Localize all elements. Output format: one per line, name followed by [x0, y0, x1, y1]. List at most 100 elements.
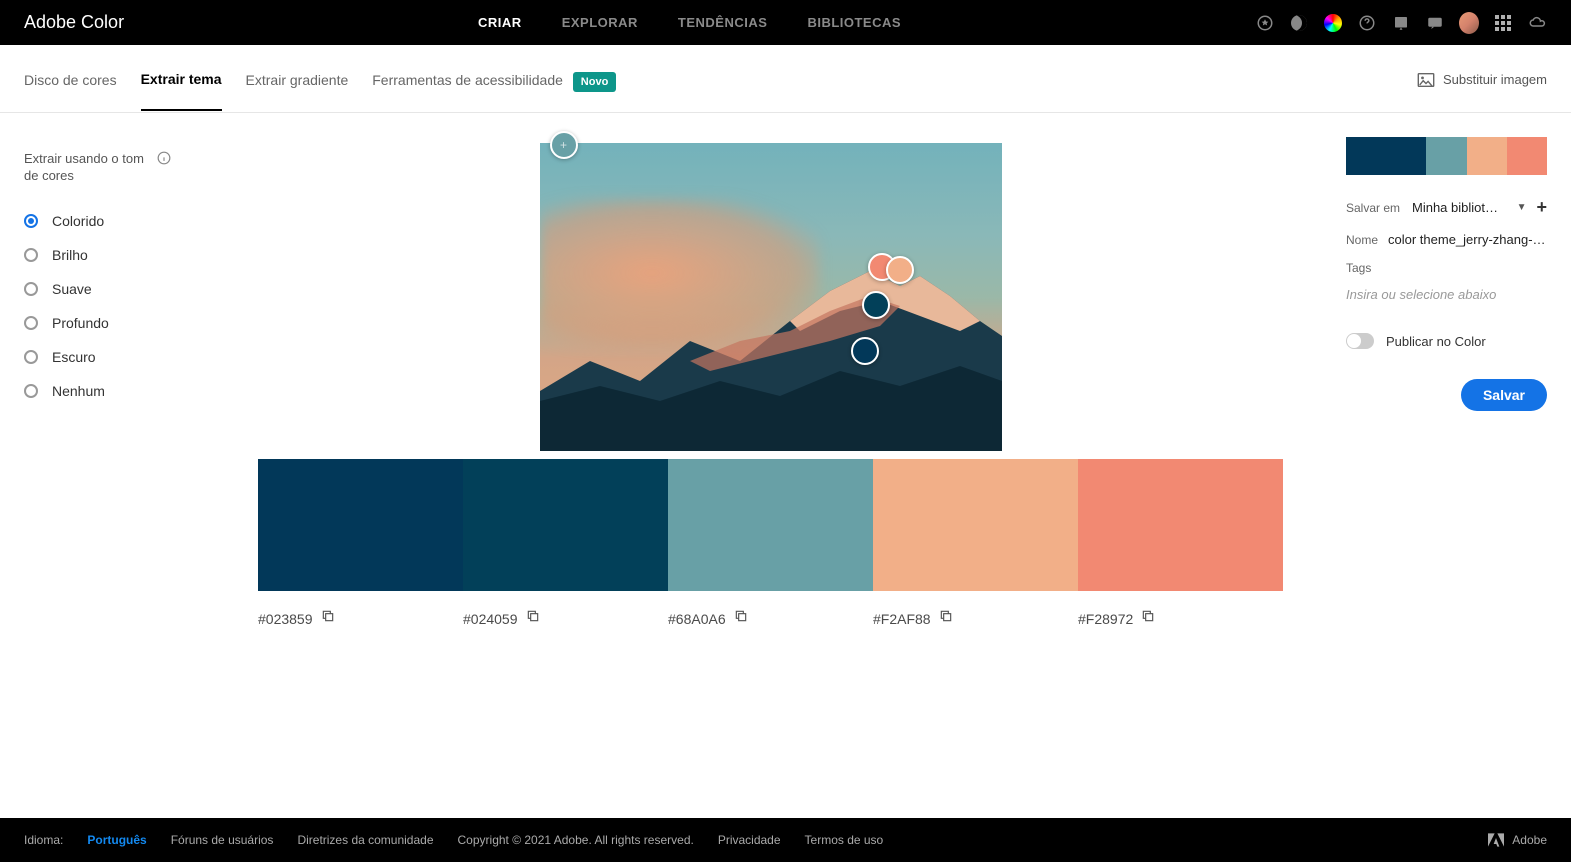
color-mood-options: Colorido Brilho Suave Profundo Escuro Ne… — [24, 213, 171, 399]
copy-icon[interactable] — [321, 609, 335, 628]
radio-icon — [24, 316, 38, 330]
chat-icon[interactable] — [1425, 13, 1445, 33]
hex-values-row: #023859 #024059 #68A0A6 #F2AF88 #F28972 — [258, 609, 1283, 628]
footer-link-forums[interactable]: Fóruns de usuários — [171, 833, 274, 847]
hex-value[interactable]: #024059 — [463, 611, 518, 627]
library-select[interactable]: Minha bibliot… ▼ — [1412, 200, 1526, 215]
option-label: Escuro — [52, 349, 96, 365]
mini-palette-preview — [1346, 137, 1547, 175]
copy-icon[interactable] — [734, 609, 748, 628]
option-suave[interactable]: Suave — [24, 281, 171, 297]
option-escuro[interactable]: Escuro — [24, 349, 171, 365]
copy-icon[interactable] — [939, 609, 953, 628]
option-brilho[interactable]: Brilho — [24, 247, 171, 263]
extract-mode-title: Extrair usando o tom de cores — [24, 151, 149, 185]
copy-icon[interactable] — [526, 609, 540, 628]
swatch[interactable] — [463, 459, 668, 591]
nav-tendencias[interactable]: TENDÊNCIAS — [678, 15, 768, 30]
tab-extrair-tema[interactable]: Extrair tema — [141, 71, 222, 111]
language-select[interactable]: Português — [87, 833, 146, 847]
nav-criar[interactable]: CRIAR — [478, 15, 522, 30]
footer-link-terms[interactable]: Termos de uso — [805, 833, 884, 847]
option-label: Suave — [52, 281, 92, 297]
hex-value[interactable]: #023859 — [258, 611, 313, 627]
replace-image-button[interactable]: Substituir imagem — [1417, 72, 1547, 109]
footer-link-guidelines[interactable]: Diretrizes da comunidade — [297, 833, 433, 847]
swatch[interactable] — [1078, 459, 1283, 591]
footer: Idioma: Português Fóruns de usuários Dir… — [0, 818, 1571, 862]
palette-swatches — [258, 459, 1283, 591]
feedback-icon[interactable] — [1391, 13, 1411, 33]
copy-icon[interactable] — [1141, 609, 1155, 628]
color-wheel-icon[interactable] — [1323, 13, 1343, 33]
color-picker-handle[interactable] — [862, 291, 890, 319]
radio-icon — [24, 350, 38, 364]
mini-swatch — [1507, 137, 1547, 175]
source-image[interactable]: + — [540, 143, 1002, 451]
tab-extrair-gradiente[interactable]: Extrair gradiente — [246, 72, 349, 110]
swatch[interactable] — [668, 459, 873, 591]
help-icon[interactable] — [1357, 13, 1377, 33]
image-icon — [1417, 73, 1435, 87]
hex-value[interactable]: #F2AF88 — [873, 611, 931, 627]
publish-label: Publicar no Color — [1386, 334, 1486, 349]
center-canvas: + #023859 #024059 #68A0A6 #F2AF88 #F2897… — [195, 113, 1346, 818]
save-in-label: Salvar em — [1346, 201, 1402, 215]
main-area: Extrair usando o tom de cores Colorido B… — [0, 113, 1571, 818]
mini-swatch — [1467, 137, 1507, 175]
creative-cloud-icon[interactable] — [1527, 13, 1547, 33]
extract-mode-panel: Extrair usando o tom de cores Colorido B… — [0, 113, 195, 818]
add-library-button[interactable]: + — [1536, 197, 1547, 218]
sub-nav: Disco de cores Extrair tema Extrair grad… — [0, 45, 1571, 113]
color-picker-handle[interactable]: + — [550, 131, 578, 159]
tags-input[interactable] — [1346, 281, 1547, 309]
option-colorido[interactable]: Colorido — [24, 213, 171, 229]
footer-brand-label: Adobe — [1512, 833, 1547, 847]
color-picker-handle[interactable] — [851, 337, 879, 365]
hex-value[interactable]: #68A0A6 — [668, 611, 726, 627]
adobe-logo-icon — [1488, 833, 1504, 847]
save-panel: Salvar em Minha bibliot… ▼ + Nome Tags P… — [1346, 113, 1571, 818]
tab-disco-de-cores[interactable]: Disco de cores — [24, 72, 117, 110]
nav-explorar[interactable]: EXPLORAR — [562, 15, 638, 30]
dark-mode-icon[interactable] — [1289, 13, 1309, 33]
name-label: Nome — [1346, 233, 1378, 247]
option-nenhum[interactable]: Nenhum — [24, 383, 171, 399]
color-picker-handle[interactable] — [886, 256, 914, 284]
apps-grid-icon[interactable] — [1493, 13, 1513, 33]
swatch[interactable] — [873, 459, 1078, 591]
hex-cell: #024059 — [463, 609, 668, 628]
tab-acessibilidade[interactable]: Ferramentas de acessibilidade Novo — [372, 72, 616, 110]
tags-label: Tags — [1346, 261, 1402, 275]
language-label: Idioma: — [24, 833, 63, 847]
option-label: Brilho — [52, 247, 88, 263]
mini-swatch — [1346, 137, 1426, 175]
option-profundo[interactable]: Profundo — [24, 315, 171, 331]
header-icons — [1255, 13, 1547, 33]
option-label: Nenhum — [52, 383, 105, 399]
replace-image-label: Substituir imagem — [1443, 72, 1547, 87]
swatch[interactable] — [258, 459, 463, 591]
badge-novo: Novo — [573, 72, 617, 92]
footer-brand: Adobe — [1488, 833, 1547, 847]
save-button[interactable]: Salvar — [1461, 379, 1547, 411]
star-icon[interactable] — [1255, 13, 1275, 33]
hex-value[interactable]: #F28972 — [1078, 611, 1133, 627]
hex-cell: #023859 — [258, 609, 463, 628]
radio-icon — [24, 214, 38, 228]
top-bar: Adobe Color CRIAR EXPLORAR TENDÊNCIAS BI… — [0, 0, 1571, 45]
publish-toggle[interactable] — [1346, 333, 1374, 349]
footer-link-privacy[interactable]: Privacidade — [718, 833, 781, 847]
info-icon[interactable] — [157, 151, 171, 170]
chevron-down-icon: ▼ — [1517, 202, 1527, 213]
mini-swatch — [1426, 137, 1466, 175]
hex-cell: #68A0A6 — [668, 609, 873, 628]
hex-cell: #F28972 — [1078, 609, 1283, 628]
app-logo: Adobe Color — [24, 12, 124, 33]
avatar[interactable] — [1459, 13, 1479, 33]
hex-cell: #F2AF88 — [873, 609, 1078, 628]
theme-name-input[interactable] — [1388, 232, 1564, 247]
footer-copyright: Copyright © 2021 Adobe. All rights reser… — [458, 833, 694, 847]
nav-bibliotecas[interactable]: BIBLIOTECAS — [807, 15, 901, 30]
radio-icon — [24, 282, 38, 296]
